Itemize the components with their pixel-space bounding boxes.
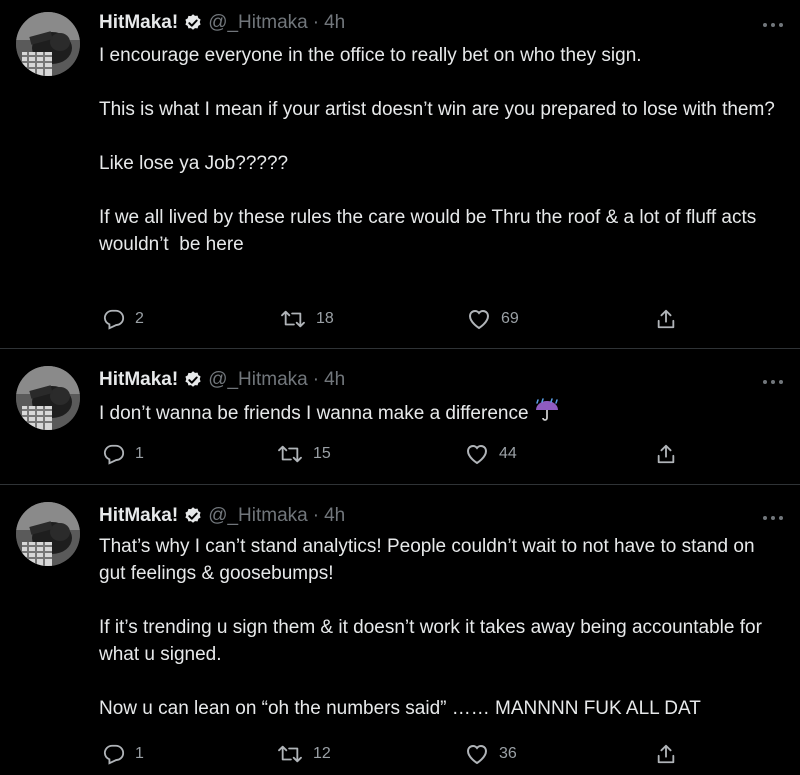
avatar-photo <box>16 366 80 430</box>
retweet-icon <box>278 745 302 763</box>
tweet-actions: 1 15 44 <box>99 442 689 466</box>
display-name[interactable]: HitMaka! <box>99 12 178 34</box>
more-options-icon[interactable] <box>760 510 786 526</box>
tweet-paragraph: This is what I mean if your artist doesn… <box>99 99 775 120</box>
like-count: 44 <box>499 445 517 462</box>
heart-icon <box>468 310 490 330</box>
display-name[interactable]: HitMaka! <box>99 505 178 527</box>
tweet-actions: 1 12 36 <box>99 742 689 766</box>
more-options-icon[interactable] <box>760 17 786 33</box>
reply-button[interactable]: 1 <box>103 743 144 765</box>
retweet-icon <box>281 310 305 328</box>
tweet-header: HitMaka! @_Hitmaka · 4h <box>99 503 345 529</box>
tweet-text: I encourage everyone in the office to re… <box>99 42 784 258</box>
retweet-count: 15 <box>313 445 331 462</box>
tweet-text: That’s why I can’t stand analytics! Peop… <box>99 533 784 722</box>
user-handle[interactable]: @_Hitmaka <box>208 369 308 391</box>
tweet-paragraph: I encourage everyone in the office to re… <box>99 45 642 66</box>
tweet[interactable]: HitMaka! @_Hitmaka · 4h I encourage ever… <box>0 0 800 349</box>
like-button[interactable]: 69 <box>467 308 519 330</box>
tweet-header: HitMaka! @_Hitmaka · 4h <box>99 367 345 393</box>
share-icon <box>657 444 675 464</box>
tweet-paragraph: Like lose ya Job????? <box>99 153 289 174</box>
timestamp[interactable]: 4h <box>324 12 345 34</box>
separator-dot: · <box>312 369 320 390</box>
share-button[interactable] <box>655 743 677 765</box>
tweet[interactable]: HitMaka! @_Hitmaka · 4h That’s why I can… <box>0 485 800 775</box>
tweet[interactable]: HitMaka! @_Hitmaka · 4h I don’t wanna be… <box>0 349 800 485</box>
tweet-paragraph-text: I don’t wanna be friends I wanna make a … <box>99 403 529 424</box>
reply-button[interactable]: 1 <box>103 443 144 465</box>
tweet-paragraph: If it’s trending u sign them & it doesn’… <box>99 617 768 665</box>
like-count: 69 <box>501 310 519 327</box>
like-button[interactable]: 44 <box>465 443 517 465</box>
avatar[interactable] <box>16 366 80 430</box>
like-count: 36 <box>499 745 517 762</box>
user-handle[interactable]: @_Hitmaka <box>208 12 308 34</box>
retweet-button[interactable]: 15 <box>277 443 331 465</box>
reply-icon <box>103 744 125 765</box>
retweet-count: 18 <box>316 310 334 327</box>
tweet-paragraph: Now u can lean on “oh the numbers said” … <box>99 698 701 719</box>
like-button[interactable]: 36 <box>465 743 517 765</box>
timestamp[interactable]: 4h <box>324 505 345 527</box>
retweet-count: 12 <box>313 745 331 762</box>
share-button[interactable] <box>655 443 677 465</box>
reply-icon <box>103 309 125 330</box>
tweet-header: HitMaka! @_Hitmaka · 4h <box>99 10 345 36</box>
umbrella-with-rain-icon <box>535 398 558 421</box>
tweet-actions: 2 18 69 <box>99 307 689 331</box>
separator-dot: · <box>312 12 320 33</box>
avatar-photo <box>16 502 80 566</box>
tweet-text: I don’t wanna be friends I wanna make a … <box>99 398 784 427</box>
verified-badge-icon <box>185 507 201 523</box>
avatar[interactable] <box>16 12 80 76</box>
reply-count: 2 <box>135 310 144 327</box>
display-name[interactable]: HitMaka! <box>99 369 178 391</box>
share-button[interactable] <box>655 308 677 330</box>
reply-icon <box>103 444 125 465</box>
retweet-button[interactable]: 18 <box>280 308 334 330</box>
tweet-paragraph: If we all lived by these rules the care … <box>99 207 762 255</box>
share-icon <box>657 744 675 764</box>
tweet-paragraph: I don’t wanna be friends I wanna make a … <box>99 398 784 427</box>
user-handle[interactable]: @_Hitmaka <box>208 505 308 527</box>
avatar[interactable] <box>16 502 80 566</box>
retweet-icon <box>278 445 302 463</box>
separator-dot: · <box>312 505 320 526</box>
share-icon <box>657 309 675 329</box>
heart-icon <box>466 445 488 465</box>
more-options-icon[interactable] <box>760 374 786 390</box>
reply-count: 1 <box>135 445 144 462</box>
tweet-paragraph: That’s why I can’t stand analytics! Peop… <box>99 536 760 584</box>
verified-badge-icon <box>185 371 201 387</box>
retweet-button[interactable]: 12 <box>277 743 331 765</box>
heart-icon <box>466 745 488 765</box>
avatar-photo <box>16 12 80 76</box>
reply-button[interactable]: 2 <box>103 308 144 330</box>
timestamp[interactable]: 4h <box>324 369 345 391</box>
reply-count: 1 <box>135 745 144 762</box>
verified-badge-icon <box>185 14 201 30</box>
